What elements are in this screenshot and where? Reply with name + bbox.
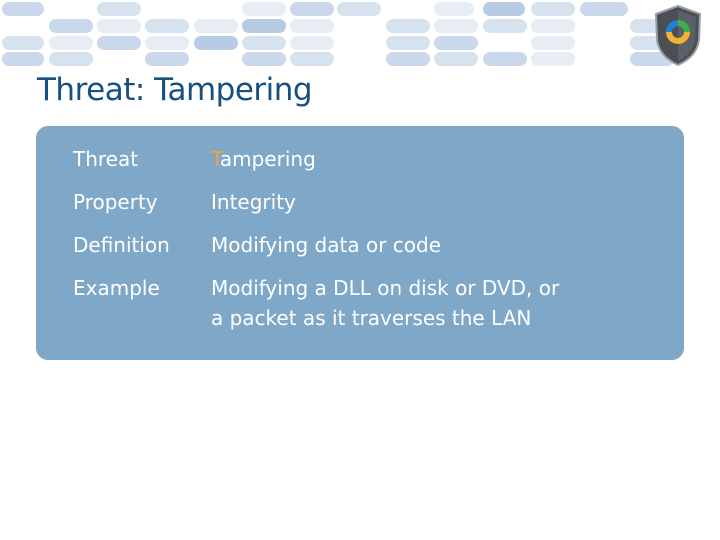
value-line: a packet as it traverses the LAN	[211, 306, 532, 330]
banner-pill	[386, 19, 430, 33]
banner-pill	[194, 19, 238, 33]
value-line: Modifying a DLL on disk or DVD, or	[211, 276, 560, 300]
banner-pill	[290, 19, 334, 33]
banner-pill	[483, 19, 527, 33]
banner-pill	[531, 36, 575, 50]
row-label: Property	[73, 190, 158, 214]
row-label: Example	[73, 276, 160, 300]
banner-pill	[49, 36, 93, 50]
row-value: Integrity	[211, 190, 296, 214]
banner-pill	[145, 52, 189, 66]
banner-pill	[290, 52, 334, 66]
decorative-banner	[0, 0, 720, 66]
banner-pill	[290, 36, 334, 50]
banner-pill	[242, 36, 286, 50]
banner-pill	[49, 52, 93, 66]
banner-pill	[2, 52, 44, 66]
banner-pill	[434, 19, 478, 33]
banner-pill	[337, 2, 381, 16]
page-title: Threat: Tampering	[37, 72, 313, 108]
banner-pill	[2, 2, 44, 16]
banner-pill	[483, 52, 527, 66]
banner-pill	[145, 36, 189, 50]
row-value: Tampering	[211, 144, 631, 174]
banner-pill	[483, 2, 525, 16]
shield-logo-icon	[654, 4, 702, 66]
banner-pill	[242, 52, 286, 66]
banner-pill	[434, 36, 478, 50]
banner-pill	[145, 19, 189, 33]
banner-pill	[386, 52, 430, 66]
banner-pill	[97, 36, 141, 50]
row-label: Threat	[73, 147, 139, 171]
banner-pill	[531, 2, 575, 16]
threat-info-card: Threat Tampering Property Integrity Defi…	[36, 126, 684, 360]
banner-pill	[2, 36, 44, 50]
banner-pill	[580, 2, 628, 16]
banner-pill	[434, 52, 478, 66]
row-value: Modifying data or code	[211, 233, 442, 257]
accent-letter: T	[211, 147, 220, 171]
banner-pill	[49, 19, 93, 33]
banner-pill	[97, 19, 141, 33]
row-value: Modifying a DLL on disk or DVD, or a pac…	[211, 273, 631, 333]
value-rest: ampering	[219, 147, 316, 171]
banner-pill	[290, 2, 334, 16]
banner-pill	[242, 19, 286, 33]
banner-pill	[434, 2, 474, 16]
banner-pill	[531, 19, 575, 33]
banner-pill	[242, 2, 286, 16]
banner-pill	[531, 52, 575, 66]
banner-pill	[97, 2, 141, 16]
banner-pill	[386, 36, 430, 50]
banner-pill	[194, 36, 238, 50]
row-label: Definition	[73, 233, 170, 257]
